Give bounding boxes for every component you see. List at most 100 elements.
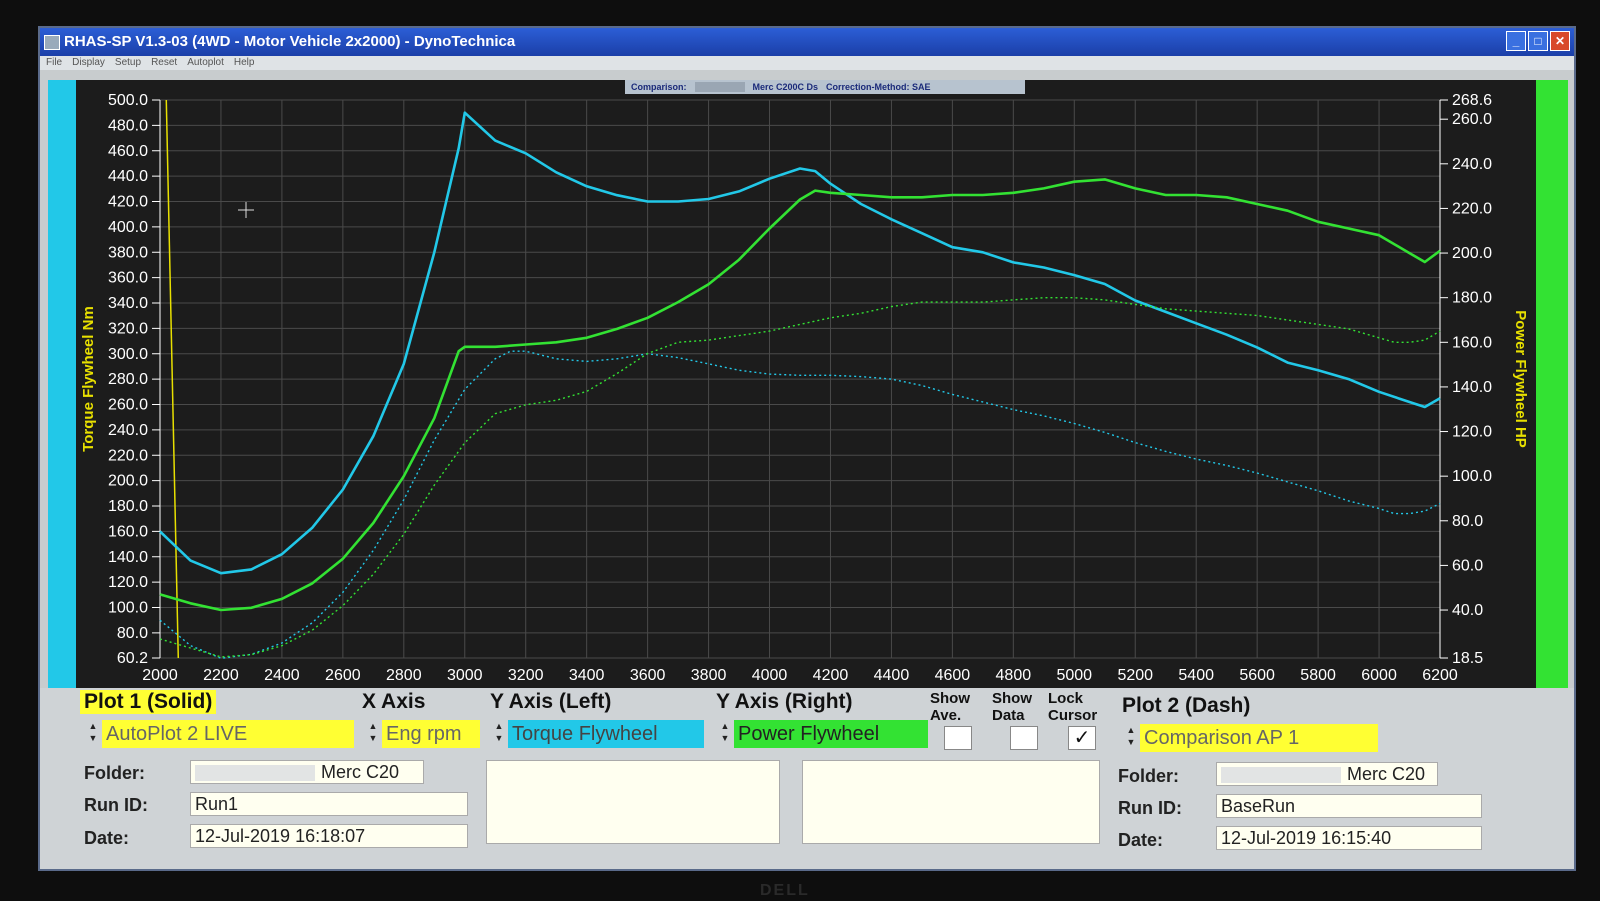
window-title: RHAS-SP V1.3-03 (4WD - Motor Vehicle 2x2… [64, 33, 516, 50]
x-tick-label: 4600 [935, 667, 971, 684]
menu-display[interactable]: Display [72, 56, 105, 70]
y-tick-label: 240.0 [108, 422, 148, 439]
y-left-spinner-icon[interactable]: ▲ ▼ [492, 720, 506, 748]
comparison-folder-redacted [694, 82, 745, 92]
y-tick-label: 220.0 [108, 447, 148, 464]
y-tick-label: 360.0 [108, 270, 148, 287]
y2-tick-label: 180.0 [1452, 290, 1492, 307]
plot1-folder-value: Merc C20 [321, 762, 400, 782]
menu-autoplot[interactable]: Autoplot [187, 56, 224, 70]
y2-tick-label: 240.0 [1452, 156, 1492, 173]
app-icon [44, 35, 60, 50]
plot1-folder-label: Folder: [84, 763, 145, 783]
y-tick-label: 180.0 [108, 498, 148, 515]
y-tick-label: 60.2 [117, 650, 148, 667]
plot1-select[interactable]: AutoPlot 2 LIVE [102, 720, 354, 748]
x-tick-label: 2400 [264, 667, 300, 684]
y-right-spinner-icon[interactable]: ▲ ▼ [718, 720, 732, 748]
y-tick-label: 100.0 [108, 600, 148, 617]
x-tick-label: 4200 [813, 667, 849, 684]
y-tick-label: 300.0 [108, 346, 148, 363]
y-tick-label: 420.0 [108, 194, 148, 211]
x-tick-label: 2600 [325, 667, 361, 684]
x-tick-label: 3200 [508, 667, 544, 684]
y2-tick-label: 18.5 [1452, 650, 1483, 667]
x-tick-label: 2800 [386, 667, 422, 684]
y-tick-label: 160.0 [108, 523, 148, 540]
comparison-run: Merc C200C Ds [752, 82, 819, 92]
x-tick-label: 3400 [569, 667, 605, 684]
plot1-folder-field[interactable]: Merc C20 [190, 760, 424, 784]
menu-bar: File Display Setup Reset Autoplot Help [40, 56, 1574, 70]
y2-axis-title: Power Flywheel HP [1512, 310, 1529, 448]
control-panel: Plot 1 (Solid) X Axis Y Axis (Left) Y Ax… [40, 688, 1574, 869]
x-tick-label: 4000 [752, 667, 788, 684]
y2-tick-label: 260.0 [1452, 111, 1492, 128]
title-bar[interactable]: RHAS-SP V1.3-03 (4WD - Motor Vehicle 2x2… [40, 28, 1574, 56]
y-tick-label: 280.0 [108, 371, 148, 388]
y-tick-label: 500.0 [108, 92, 148, 109]
y-tick-label: 380.0 [108, 244, 148, 261]
dyno-chart[interactable]: 2000 2200 2400 2600 2800 3000 3200 3400 3600 3800… [48, 80, 1568, 688]
close-icon[interactable]: ✕ [1550, 31, 1570, 51]
x-tick-label: 5000 [1056, 667, 1092, 684]
stats-box-right [802, 760, 1100, 844]
monitor-brand-logo: DELL [760, 882, 810, 899]
y-tick-label: 480.0 [108, 117, 148, 134]
y-axis-title: Torque Flywheel Nm [80, 306, 97, 452]
plot1-header: Plot 1 (Solid) [80, 690, 217, 714]
show-data-checkbox[interactable] [1010, 726, 1038, 750]
menu-reset[interactable]: Reset [151, 56, 177, 70]
y-axis-right-select[interactable]: Power Flywheel [734, 720, 928, 748]
plot2-folder-label: Folder: [1118, 766, 1179, 786]
y-axis-left-select[interactable]: Torque Flywheel [508, 720, 704, 748]
x-tick-label: 3600 [630, 667, 666, 684]
minimize-icon[interactable]: _ [1506, 31, 1526, 51]
x-tick-label: 4400 [874, 667, 910, 684]
right-axis-color-strip [1536, 80, 1568, 688]
y2-tick-label: 268.6 [1452, 92, 1492, 109]
plot1-runid-field[interactable]: Run1 [190, 792, 468, 816]
y-tick-label: 140.0 [108, 549, 148, 566]
y-axis-right-header: Y Axis (Right) [716, 690, 853, 713]
plot1-date-label: Date: [84, 828, 130, 848]
y2-tick-label: 200.0 [1452, 245, 1492, 262]
menu-setup[interactable]: Setup [115, 56, 141, 70]
y-tick-label: 200.0 [108, 473, 148, 490]
show-ave-checkbox[interactable] [944, 726, 972, 750]
y2-tick-label: 100.0 [1452, 468, 1492, 485]
y-tick-label: 260.0 [108, 397, 148, 414]
plot2-spinner-icon[interactable]: ▲ ▼ [1124, 724, 1138, 752]
plot2-select[interactable]: Comparison AP 1 [1140, 724, 1378, 752]
menu-file[interactable]: File [46, 56, 62, 70]
plot2-folder-field[interactable]: Merc C20 [1216, 762, 1438, 786]
y-tick-label: 440.0 [108, 168, 148, 185]
show-data-header: Show Data [992, 690, 1032, 724]
y-tick-label: 120.0 [108, 574, 148, 591]
plot2-date-field[interactable]: 12-Jul-2019 16:15:40 [1216, 826, 1482, 850]
plot2-folder-redacted [1221, 767, 1341, 784]
x-tick-label: 6200 [1422, 667, 1458, 684]
plot2-runid-field[interactable]: BaseRun [1216, 794, 1482, 818]
lock-cursor-checkbox[interactable]: ✓ [1068, 726, 1096, 750]
x-axis-header: X Axis [362, 690, 426, 713]
y2-tick-label: 120.0 [1452, 424, 1492, 441]
x-tick-label: 5800 [1300, 667, 1336, 684]
x-axis-spinner-icon[interactable]: ▲ ▼ [366, 720, 380, 748]
x-tick-label: 5400 [1178, 667, 1214, 684]
dyno-window: RHAS-SP V1.3-03 (4WD - Motor Vehicle 2x2… [38, 26, 1576, 871]
x-tick-label: 2000 [142, 667, 178, 684]
x-axis-select[interactable]: Eng rpm [382, 720, 480, 748]
x-tick-label: 3000 [447, 667, 483, 684]
y-tick-label: 460.0 [108, 143, 148, 160]
y2-tick-label: 80.0 [1452, 513, 1483, 530]
plot1-runid-label: Run ID: [84, 795, 148, 815]
y-tick-label: 80.0 [117, 625, 148, 642]
plot1-date-field[interactable]: 12-Jul-2019 16:18:07 [190, 824, 468, 848]
x-tick-label: 2200 [203, 667, 239, 684]
menu-help[interactable]: Help [234, 56, 255, 70]
plot1-spinner-icon[interactable]: ▲ ▼ [86, 720, 100, 748]
y2-tick-label: 40.0 [1452, 602, 1483, 619]
maximize-icon[interactable]: □ [1528, 31, 1548, 51]
stats-box-left [486, 760, 780, 844]
